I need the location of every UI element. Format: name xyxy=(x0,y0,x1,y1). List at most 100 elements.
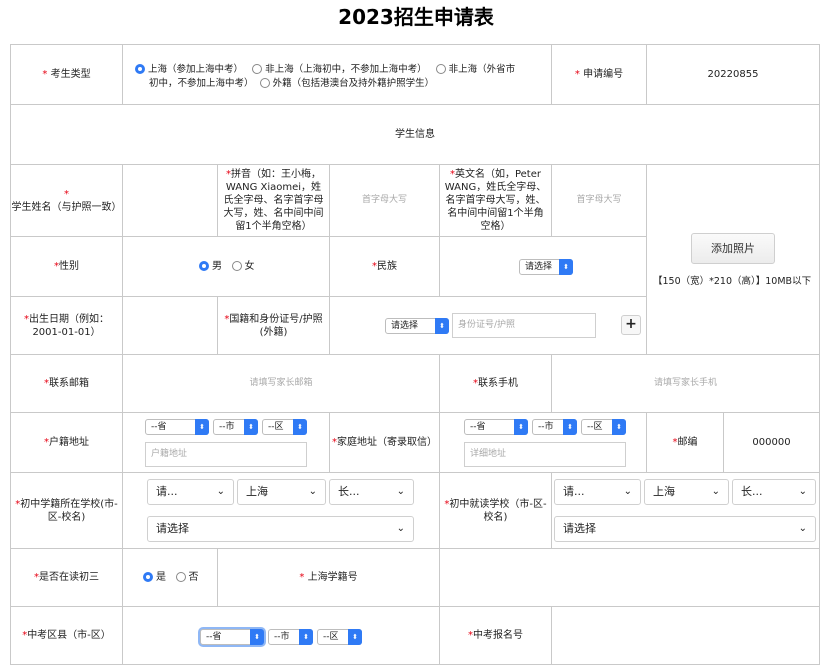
nationality-select[interactable]: 请选择 ⬍ xyxy=(385,318,449,334)
home-city-select[interactable]: --市 ⬍ xyxy=(532,419,577,435)
attend-school-region-select[interactable]: 上海 ⌄ xyxy=(644,479,729,505)
attend-school-district-select[interactable]: 长... ⌄ xyxy=(732,479,816,505)
radio-selected-icon[interactable] xyxy=(143,572,153,582)
hukou-label-cell: *户籍地址 xyxy=(10,412,123,473)
sh-reg-no-label: 上海学籍号 xyxy=(307,572,358,583)
select-arrow-icon: ⬍ xyxy=(244,419,258,435)
reg-school-district-select[interactable]: 长... ⌄ xyxy=(329,479,414,505)
candidate-type-option-shanghai[interactable]: 上海（参加上海中考） xyxy=(135,64,243,75)
birth-label: 出生日期（例如：2001-01-01） xyxy=(29,313,109,338)
hukou-city-select[interactable]: --市 ⬍ xyxy=(213,419,258,435)
select-arrow-icon: ⬍ xyxy=(559,259,573,275)
add-photo-button[interactable]: 添加照片 xyxy=(691,233,775,264)
gender-option-male[interactable]: 男 xyxy=(199,261,222,272)
hukou-province-select[interactable]: --省 ⬍ xyxy=(145,419,209,435)
exam-city-select[interactable]: --市 ⬍ xyxy=(268,629,313,645)
email-label-cell: *联系邮箱 xyxy=(10,354,123,413)
select-arrow-icon: ⬍ xyxy=(293,419,307,435)
grade-label-cell: *是否在读初三 xyxy=(10,548,123,607)
home-address-label-cell: *家庭地址（寄录取信） xyxy=(329,412,440,473)
sh-reg-no-input[interactable] xyxy=(439,548,820,607)
hukou-district-select[interactable]: --区 ⬍ xyxy=(262,419,307,435)
exam-province-select[interactable]: --省 ⬍ xyxy=(200,629,264,645)
grade-option-no[interactable]: 否 xyxy=(175,572,199,583)
candidate-type-option-non-shanghai-other[interactable]: 非上海（外省市 xyxy=(435,64,515,75)
radio-icon[interactable] xyxy=(435,64,446,74)
chevron-down-icon: ⌄ xyxy=(798,486,807,497)
reg-school-input-cell: 请... ⌄ 上海 ⌄ 长... ⌄ 请选择 ⌄ xyxy=(122,472,440,549)
radio-icon[interactable] xyxy=(252,64,263,74)
radio-icon[interactable] xyxy=(175,572,186,582)
reg-school-region-select[interactable]: 上海 ⌄ xyxy=(237,479,326,505)
ethnicity-label: 民族 xyxy=(377,261,397,272)
postcode-label-cell: *邮编 xyxy=(646,412,724,473)
exam-district-select[interactable]: --区 ⬍ xyxy=(317,629,362,645)
radio-selected-icon[interactable] xyxy=(199,261,209,271)
id-number-input[interactable]: 身份证号/护照 xyxy=(452,313,596,338)
home-province-select[interactable]: --省 ⬍ xyxy=(464,419,528,435)
candidate-type-option-non-shanghai-local[interactable]: 非上海（上海初中，不参加上海中考） xyxy=(252,64,427,75)
photo-cell: 添加照片 【150（宽）*210（高）】10MB以下 xyxy=(646,164,820,355)
attend-school-name-select[interactable]: 请选择 ⌄ xyxy=(554,516,816,542)
postcode-label: 邮编 xyxy=(677,437,698,448)
app-no-label: 申请编号 xyxy=(583,69,624,80)
ethnicity-select[interactable]: 请选择 ⬍ xyxy=(519,259,573,275)
exam-district-label: 中考区县（市-区） xyxy=(27,630,111,641)
chevron-down-icon: ⌄ xyxy=(308,486,317,497)
exam-no-label: 中考报名号 xyxy=(473,630,523,641)
chevron-down-icon: ⌄ xyxy=(396,523,405,534)
home-address-input-cell: --省 ⬍ --市 ⬍ --区 ⬍ 详细地址 xyxy=(439,412,647,473)
phone-label-cell: *联系手机 xyxy=(439,354,552,413)
radio-icon[interactable] xyxy=(231,261,242,271)
radio-icon[interactable] xyxy=(259,78,270,88)
chevron-down-icon: ⌄ xyxy=(711,486,720,497)
nationality-label: 国籍和身份证号/护照(外籍) xyxy=(229,313,323,338)
select-arrow-icon: ⬍ xyxy=(348,629,362,645)
app-no-value: 20220855 xyxy=(646,44,820,105)
exam-no-label-cell: *中考报名号 xyxy=(439,606,552,665)
birth-input-cell[interactable] xyxy=(122,296,218,355)
chevron-down-icon: ⌄ xyxy=(623,486,632,497)
candidate-type-option-foreign[interactable]: 外籍（包括港澳台及持外籍护照学生） xyxy=(259,78,434,89)
hukou-label: 户籍地址 xyxy=(49,437,89,448)
reg-school-label-cell: *初中学籍所在学校(市-区-校名) xyxy=(10,472,123,549)
select-arrow-icon: ⬍ xyxy=(563,419,577,435)
student-name-label-cell: *学生姓名（与护照一致） xyxy=(10,164,123,237)
email-label: 联系邮箱 xyxy=(49,378,89,389)
chevron-down-icon: ⌄ xyxy=(798,523,807,534)
nationality-input-cell: 请选择 ⬍ 身份证号/护照 + xyxy=(329,296,647,355)
hukou-input-cell: --省 ⬍ --市 ⬍ --区 ⬍ 户籍地址 xyxy=(122,412,330,473)
english-name-label: 英文名（如，Peter WANG，姓氏全字母、名字首字母大写，姓、名中间中间留1… xyxy=(444,169,547,232)
add-id-button[interactable]: + xyxy=(621,315,641,335)
select-arrow-icon: ⬍ xyxy=(514,419,528,435)
phone-input[interactable]: 请填写家长手机 xyxy=(551,354,820,413)
select-arrow-icon: ⬍ xyxy=(299,629,313,645)
select-arrow-icon: ⬍ xyxy=(612,419,626,435)
email-input[interactable]: 请填写家长邮箱 xyxy=(122,354,440,413)
reg-school-name-select[interactable]: 请选择 ⌄ xyxy=(147,516,414,542)
english-name-label-cell: *英文名（如，Peter WANG，姓氏全字母、名字首字母大写，姓、名中间中间留… xyxy=(439,164,552,237)
gender-option-female[interactable]: 女 xyxy=(231,261,255,272)
page-title: 2023招生申请表 xyxy=(338,5,494,29)
exam-no-input[interactable] xyxy=(551,606,820,665)
exam-district-label-cell: *中考区县（市-区） xyxy=(10,606,123,665)
candidate-type-options-cell: 上海（参加上海中考） 非上海（上海初中，不参加上海中考） 非上海（外省市 初中，… xyxy=(122,44,552,105)
radio-selected-icon[interactable] xyxy=(135,64,145,74)
select-arrow-icon: ⬍ xyxy=(435,318,449,334)
sh-reg-no-label-cell: * 上海学籍号 xyxy=(217,548,440,607)
attend-school-label-cell: *初中就读学校（市-区-校名) xyxy=(439,472,552,549)
home-address-input[interactable]: 详细地址 xyxy=(464,442,626,467)
pinyin-input[interactable]: 首字母大写 xyxy=(329,164,440,237)
student-name-input-cell[interactable] xyxy=(122,164,218,237)
grade-option-yes[interactable]: 是 xyxy=(143,572,166,583)
home-district-select[interactable]: --区 ⬍ xyxy=(581,419,626,435)
grade-label: 是否在读初三 xyxy=(39,572,99,583)
english-name-input[interactable]: 首字母大写 xyxy=(551,164,647,237)
attend-school-city-select[interactable]: 请... ⌄ xyxy=(554,479,641,505)
birth-label-cell: *出生日期（例如：2001-01-01） xyxy=(10,296,123,355)
postcode-value[interactable]: 000000 xyxy=(723,412,820,473)
hukou-address-input[interactable]: 户籍地址 xyxy=(145,442,307,467)
reg-school-city-select[interactable]: 请... ⌄ xyxy=(147,479,234,505)
select-arrow-icon: ⬍ xyxy=(195,419,209,435)
attend-school-label: 初中就读学校（市-区-校名) xyxy=(449,498,547,523)
